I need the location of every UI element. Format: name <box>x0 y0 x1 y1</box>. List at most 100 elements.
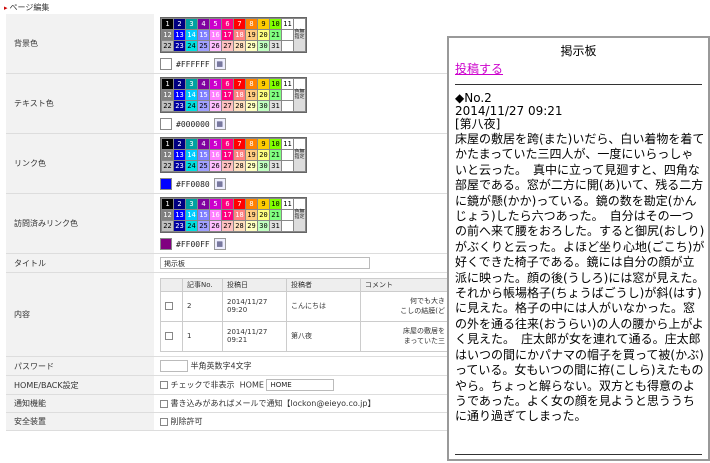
palette-color-cell[interactable]: 27 <box>222 221 233 231</box>
palette-color-cell[interactable]: 4 <box>198 19 209 29</box>
palette-color-cell[interactable]: 8 <box>246 199 257 209</box>
palette-color-cell[interactable]: 2 <box>174 19 185 29</box>
palette-color-cell[interactable]: 6 <box>222 79 233 89</box>
palette-color-cell[interactable]: 26 <box>210 41 221 51</box>
palette-color-cell[interactable]: 25 <box>198 161 209 171</box>
palette-color-cell[interactable]: 3 <box>186 139 197 149</box>
palette-color-cell[interactable]: 29 <box>246 221 257 231</box>
palette-color-cell[interactable] <box>282 150 293 160</box>
palette-color-cell[interactable]: 9 <box>258 19 269 29</box>
home-input[interactable]: HOME <box>266 379 335 391</box>
palette-color-cell[interactable]: 17 <box>222 150 233 160</box>
palette-color-cell[interactable]: 27 <box>222 41 233 51</box>
palette-color-cell[interactable]: 23 <box>174 41 185 51</box>
color-picker-icon[interactable]: ▦ <box>213 178 226 190</box>
palette-color-cell[interactable]: 色無指定 <box>294 150 305 171</box>
palette-color-cell[interactable]: 16 <box>210 30 221 40</box>
title-input[interactable]: 掲示板 <box>160 257 370 269</box>
palette-color-cell[interactable]: 9 <box>258 139 269 149</box>
palette-color-cell[interactable]: 21 <box>270 210 281 220</box>
palette-color-cell[interactable]: 15 <box>198 150 209 160</box>
palette-color-cell[interactable]: 18 <box>234 210 245 220</box>
palette-color-cell[interactable]: 27 <box>222 101 233 111</box>
palette-color-cell[interactable]: 12 <box>162 90 173 100</box>
palette-color-cell[interactable]: 17 <box>222 210 233 220</box>
palette-color-cell[interactable]: 2 <box>174 199 185 209</box>
palette-color-cell[interactable] <box>282 210 293 220</box>
palette-color-cell[interactable]: 18 <box>234 30 245 40</box>
palette-color-cell[interactable]: 24 <box>186 41 197 51</box>
palette-color-cell[interactable]: 12 <box>162 150 173 160</box>
palette-color-cell[interactable]: 13 <box>174 30 185 40</box>
palette-color-cell[interactable]: 23 <box>174 221 185 231</box>
palette-color-cell[interactable]: 29 <box>246 101 257 111</box>
palette-color-cell[interactable]: 7 <box>234 19 245 29</box>
palette-color-cell[interactable]: 25 <box>198 41 209 51</box>
palette-color-cell[interactable]: 29 <box>246 161 257 171</box>
palette-color-cell[interactable]: 25 <box>198 221 209 231</box>
visited-color-palette[interactable]: 1 2 3 4 5 6 7 8 9 10 11 12 13 14 15 16 17 18 19 20 21 色無指定 22 2… <box>160 197 307 233</box>
palette-color-cell[interactable]: 7 <box>234 139 245 149</box>
palette-color-cell[interactable]: 2 <box>174 139 185 149</box>
palette-color-cell[interactable]: 30 <box>258 161 269 171</box>
palette-color-cell[interactable]: 14 <box>186 150 197 160</box>
palette-color-cell[interactable] <box>282 30 293 40</box>
palette-color-cell[interactable]: 19 <box>246 90 257 100</box>
palette-color-cell[interactable]: 5 <box>210 199 221 209</box>
palette-color-cell[interactable]: 20 <box>258 210 269 220</box>
color-picker-icon[interactable]: ▦ <box>213 118 226 130</box>
palette-color-cell[interactable]: 19 <box>246 30 257 40</box>
hide-home-checkbox[interactable] <box>160 381 168 389</box>
palette-color-cell[interactable]: 3 <box>186 19 197 29</box>
palette-color-cell[interactable]: 1 <box>162 199 173 209</box>
palette-color-cell[interactable]: 4 <box>198 79 209 89</box>
color-picker-icon[interactable]: ▦ <box>213 238 226 250</box>
palette-color-cell[interactable]: 15 <box>198 30 209 40</box>
palette-color-cell[interactable]: 4 <box>198 199 209 209</box>
palette-color-cell[interactable]: 17 <box>222 30 233 40</box>
palette-color-cell[interactable]: 22 <box>162 221 173 231</box>
palette-color-cell[interactable]: 1 <box>162 79 173 89</box>
palette-color-cell[interactable]: 8 <box>246 139 257 149</box>
palette-color-cell[interactable]: 19 <box>246 210 257 220</box>
palette-color-cell[interactable] <box>294 79 305 89</box>
text-color-palette[interactable]: 1 2 3 4 5 6 7 8 9 10 11 12 13 14 15 16 17 18 19 20 21 色無指定 22 2… <box>160 77 307 113</box>
palette-color-cell[interactable]: 21 <box>270 150 281 160</box>
palette-color-cell[interactable]: 31 <box>270 101 281 111</box>
palette-color-cell[interactable]: 18 <box>234 90 245 100</box>
palette-color-cell[interactable]: 23 <box>174 161 185 171</box>
palette-color-cell[interactable]: 30 <box>258 101 269 111</box>
palette-color-cell[interactable]: 7 <box>234 199 245 209</box>
palette-color-cell[interactable]: 3 <box>186 79 197 89</box>
palette-color-cell[interactable]: 2 <box>174 79 185 89</box>
color-picker-icon[interactable]: ▦ <box>213 58 226 70</box>
palette-color-cell[interactable]: 5 <box>210 139 221 149</box>
palette-color-cell[interactable]: 12 <box>162 30 173 40</box>
password-input[interactable] <box>160 360 188 372</box>
palette-color-cell[interactable]: 31 <box>270 41 281 51</box>
palette-color-cell[interactable]: 16 <box>210 150 221 160</box>
palette-color-cell[interactable]: 10 <box>270 19 281 29</box>
palette-color-cell[interactable]: 28 <box>234 41 245 51</box>
palette-color-cell[interactable] <box>294 19 305 29</box>
palette-color-cell[interactable]: 5 <box>210 19 221 29</box>
palette-color-cell[interactable]: 29 <box>246 41 257 51</box>
notify-checkbox[interactable] <box>160 399 168 408</box>
palette-color-cell[interactable]: 13 <box>174 210 185 220</box>
palette-color-cell[interactable]: 24 <box>186 101 197 111</box>
palette-color-cell[interactable]: 14 <box>186 90 197 100</box>
palette-color-cell[interactable]: 26 <box>210 161 221 171</box>
palette-color-cell[interactable]: 24 <box>186 161 197 171</box>
palette-color-cell[interactable] <box>294 199 305 209</box>
palette-color-cell[interactable]: 8 <box>246 19 257 29</box>
palette-color-cell[interactable]: 14 <box>186 210 197 220</box>
row-checkbox[interactable] <box>165 302 173 310</box>
palette-color-cell[interactable]: 色無指定 <box>294 30 305 51</box>
palette-color-cell[interactable]: 12 <box>162 210 173 220</box>
palette-color-cell[interactable]: 20 <box>258 30 269 40</box>
palette-color-cell[interactable]: 色無指定 <box>294 210 305 231</box>
palette-color-cell[interactable]: 22 <box>162 101 173 111</box>
palette-color-cell[interactable]: 1 <box>162 139 173 149</box>
palette-color-cell[interactable]: 10 <box>270 199 281 209</box>
palette-color-cell[interactable] <box>282 90 293 100</box>
